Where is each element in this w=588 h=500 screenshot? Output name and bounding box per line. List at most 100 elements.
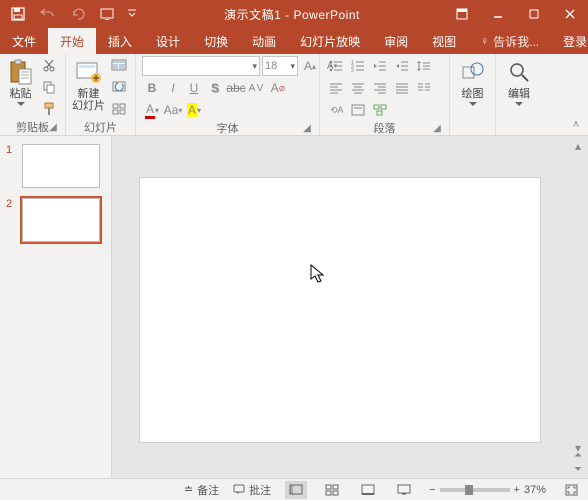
font-color-button[interactable]: A ▾ — [142, 100, 162, 120]
smartart-button[interactable] — [370, 100, 390, 120]
tab-home[interactable]: 开始 — [48, 28, 96, 54]
increase-indent-button[interactable] — [392, 56, 412, 76]
tab-review[interactable]: 审阅 — [372, 28, 420, 54]
align-center-button[interactable] — [348, 78, 368, 98]
shapes-icon — [459, 58, 487, 86]
normal-view-button[interactable] — [285, 481, 307, 499]
minimize-button[interactable] — [480, 0, 516, 28]
line-spacing-button[interactable] — [414, 56, 434, 76]
qat-customize-button[interactable] — [124, 9, 140, 19]
text-direction-button[interactable]: ⟲A — [326, 100, 346, 120]
svg-text:⟲A: ⟲A — [330, 105, 343, 115]
italic-button[interactable]: I — [163, 78, 183, 98]
strikethrough-button[interactable]: abc — [226, 78, 246, 98]
underline-button[interactable]: U — [184, 78, 204, 98]
tell-me-button[interactable]: ♀告诉我... — [468, 28, 551, 54]
format-painter-button[interactable] — [39, 100, 59, 118]
tab-animations[interactable]: 动画 — [240, 28, 288, 54]
font-dialog-launcher[interactable]: ◢ — [301, 123, 313, 135]
save-button[interactable] — [4, 0, 32, 28]
group-clipboard: 粘贴 剪贴板◢ — [0, 54, 66, 135]
undo-button[interactable] — [34, 0, 62, 28]
numbering-button[interactable]: 123 — [348, 56, 368, 76]
paste-button[interactable]: 粘贴 — [6, 56, 35, 106]
shadow-button[interactable]: S — [205, 78, 225, 98]
editing-button[interactable]: 编辑 — [502, 56, 536, 106]
justify-button[interactable] — [392, 78, 412, 98]
close-button[interactable] — [552, 0, 588, 28]
slide-editor-pane[interactable]: ▴ ▾ ⏶ ⏷ — [112, 136, 588, 478]
slide-layout-button[interactable] — [109, 56, 129, 74]
next-slide-button[interactable]: ⏷ — [570, 462, 586, 476]
bold-button[interactable]: B — [142, 78, 162, 98]
clear-formatting-button[interactable]: A⊘ — [268, 78, 288, 98]
slide-thumbnails-panel[interactable]: 1 2 — [0, 136, 112, 478]
zoom-value[interactable]: 37% — [524, 484, 546, 496]
group-drawing: 绘图 — [450, 54, 496, 135]
drawing-button[interactable]: 绘图 — [456, 56, 489, 106]
align-right-button[interactable] — [370, 78, 390, 98]
notes-button[interactable]: ≐备注 — [184, 482, 219, 498]
highlight-button[interactable]: A▾ — [184, 100, 204, 120]
change-case-button[interactable]: Aa▾ — [163, 100, 183, 120]
chevron-down-icon: ▾ — [252, 61, 257, 72]
section-button[interactable] — [109, 100, 129, 118]
tab-slideshow[interactable]: 幻灯片放映 — [288, 28, 372, 54]
decrease-indent-button[interactable] — [370, 56, 390, 76]
new-slide-icon — [75, 58, 103, 86]
tab-view[interactable]: 视图 — [420, 28, 468, 54]
group-paragraph: 123 ⟲A 段落◢ — [320, 54, 450, 135]
zoom-slider-thumb[interactable] — [465, 485, 473, 495]
slide-sorter-view-button[interactable] — [321, 481, 343, 499]
slide-canvas[interactable] — [140, 178, 540, 442]
svg-text:3: 3 — [351, 68, 354, 72]
ribbon: 粘贴 剪贴板◢ 新建 幻灯片 幻灯片 — [0, 54, 588, 136]
signin-button[interactable]: 登录 — [551, 28, 588, 54]
paragraph-dialog-launcher[interactable]: ◢ — [431, 123, 443, 135]
ribbon-display-options-button[interactable] — [444, 0, 480, 28]
align-text-button[interactable] — [348, 100, 368, 120]
slide-thumbnail[interactable]: 2 — [6, 198, 105, 242]
columns-button[interactable] — [414, 78, 434, 98]
find-icon — [505, 58, 533, 86]
copy-button[interactable] — [39, 78, 59, 96]
slideshow-view-button[interactable] — [393, 481, 415, 499]
zoom-control: − + 37% — [429, 484, 546, 496]
tab-transitions[interactable]: 切换 — [192, 28, 240, 54]
tab-design[interactable]: 设计 — [144, 28, 192, 54]
fit-to-window-button[interactable] — [560, 481, 582, 499]
chevron-down-icon — [469, 102, 477, 106]
comments-button[interactable]: 批注 — [233, 482, 271, 498]
comments-icon — [233, 484, 245, 495]
scroll-up-button[interactable]: ▴ — [570, 138, 586, 154]
clipboard-dialog-launcher[interactable]: ◢ — [47, 122, 59, 134]
previous-slide-button[interactable]: ⏶ — [570, 448, 586, 462]
start-from-beginning-button[interactable] — [94, 0, 122, 28]
tab-insert[interactable]: 插入 — [96, 28, 144, 54]
maximize-button[interactable] — [516, 0, 552, 28]
font-family-combo[interactable]: ▾ — [142, 56, 260, 76]
work-area: 1 2 ▴ ▾ ⏶ ⏷ — [0, 136, 588, 478]
zoom-slider[interactable] — [440, 488, 510, 492]
reading-view-button[interactable] — [357, 481, 379, 499]
zoom-out-button[interactable]: − — [429, 484, 435, 496]
tab-file[interactable]: 文件 — [0, 28, 48, 54]
notes-icon: ≐ — [184, 483, 193, 496]
slide-preview — [22, 144, 100, 188]
window-title: 演示文稿1 - PowerPoint — [140, 6, 444, 23]
zoom-in-button[interactable]: + — [514, 484, 520, 496]
redo-button[interactable] — [64, 0, 92, 28]
increase-font-size-button[interactable]: A▴ — [300, 56, 320, 76]
align-left-button[interactable] — [326, 78, 346, 98]
bullets-button[interactable] — [326, 56, 346, 76]
cut-button[interactable] — [39, 56, 59, 74]
group-font: ▾ 18▾ A▴ A▾ B I U S abc AV A⊘ A ▾ Aa▾ A▾… — [136, 54, 320, 135]
slide-number: 2 — [6, 198, 16, 242]
character-spacing-button[interactable]: AV — [247, 78, 267, 98]
ribbon-tabs: 文件 开始 插入 设计 切换 动画 幻灯片放映 审阅 视图 ♀告诉我... 登录… — [0, 28, 588, 54]
font-size-combo[interactable]: 18▾ — [262, 56, 298, 76]
slide-thumbnail[interactable]: 1 — [6, 144, 105, 188]
reset-slide-button[interactable] — [109, 78, 129, 96]
collapse-ribbon-button[interactable]: ˄ — [568, 117, 584, 133]
new-slide-button[interactable]: 新建 幻灯片 — [72, 56, 105, 112]
